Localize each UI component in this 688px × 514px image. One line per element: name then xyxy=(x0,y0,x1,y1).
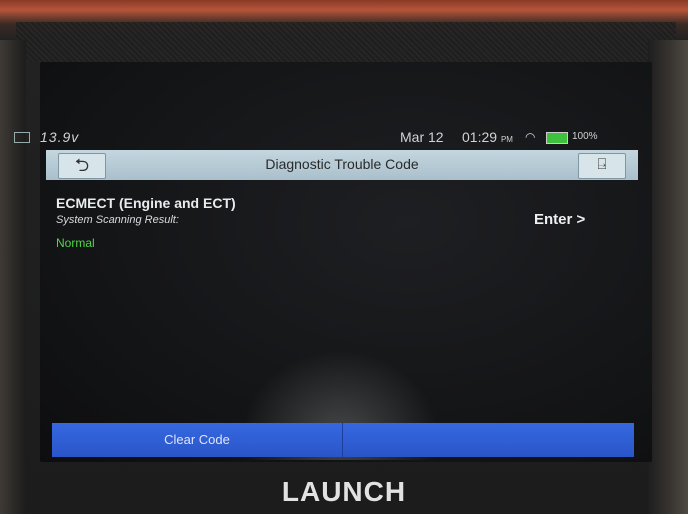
battery-icon xyxy=(546,132,568,144)
scan-result-label: System Scanning Result: xyxy=(56,214,179,226)
status-date: Mar 12 xyxy=(400,129,444,145)
exit-icon: ⍈ xyxy=(597,156,607,173)
voltage-readout: 13.9v xyxy=(40,129,80,145)
clear-code-button[interactable]: Clear Code xyxy=(52,423,343,457)
status-time-value: 01:29 xyxy=(462,129,498,145)
title-bar: ⮌ Diagnostic Trouble Code ⍈ xyxy=(46,150,638,180)
device-left-edge xyxy=(0,40,26,514)
wifi-icon: ◠ xyxy=(525,130,536,144)
device-bezel-texture xyxy=(16,22,676,62)
enter-button[interactable]: Enter > xyxy=(534,211,585,228)
exit-button[interactable]: ⍈ xyxy=(578,153,626,179)
battery-percentage: 100% xyxy=(572,131,598,142)
brand-logo: LAUNCH xyxy=(281,476,407,507)
page-title: Diagnostic Trouble Code xyxy=(265,156,419,172)
vehicle-battery-icon xyxy=(14,132,30,143)
status-ampm: PM xyxy=(500,135,513,144)
bottom-action-bar: Clear Code xyxy=(52,423,634,457)
scan-result-status: Normal xyxy=(56,236,95,250)
status-bar: 13.9v Mar 12 01:29 PM ◠ 100% xyxy=(10,128,604,148)
device-right-edge xyxy=(648,40,688,514)
status-time: 01:29 PM xyxy=(462,129,513,145)
system-name: ECMECT (Engine and ECT) xyxy=(56,195,236,211)
